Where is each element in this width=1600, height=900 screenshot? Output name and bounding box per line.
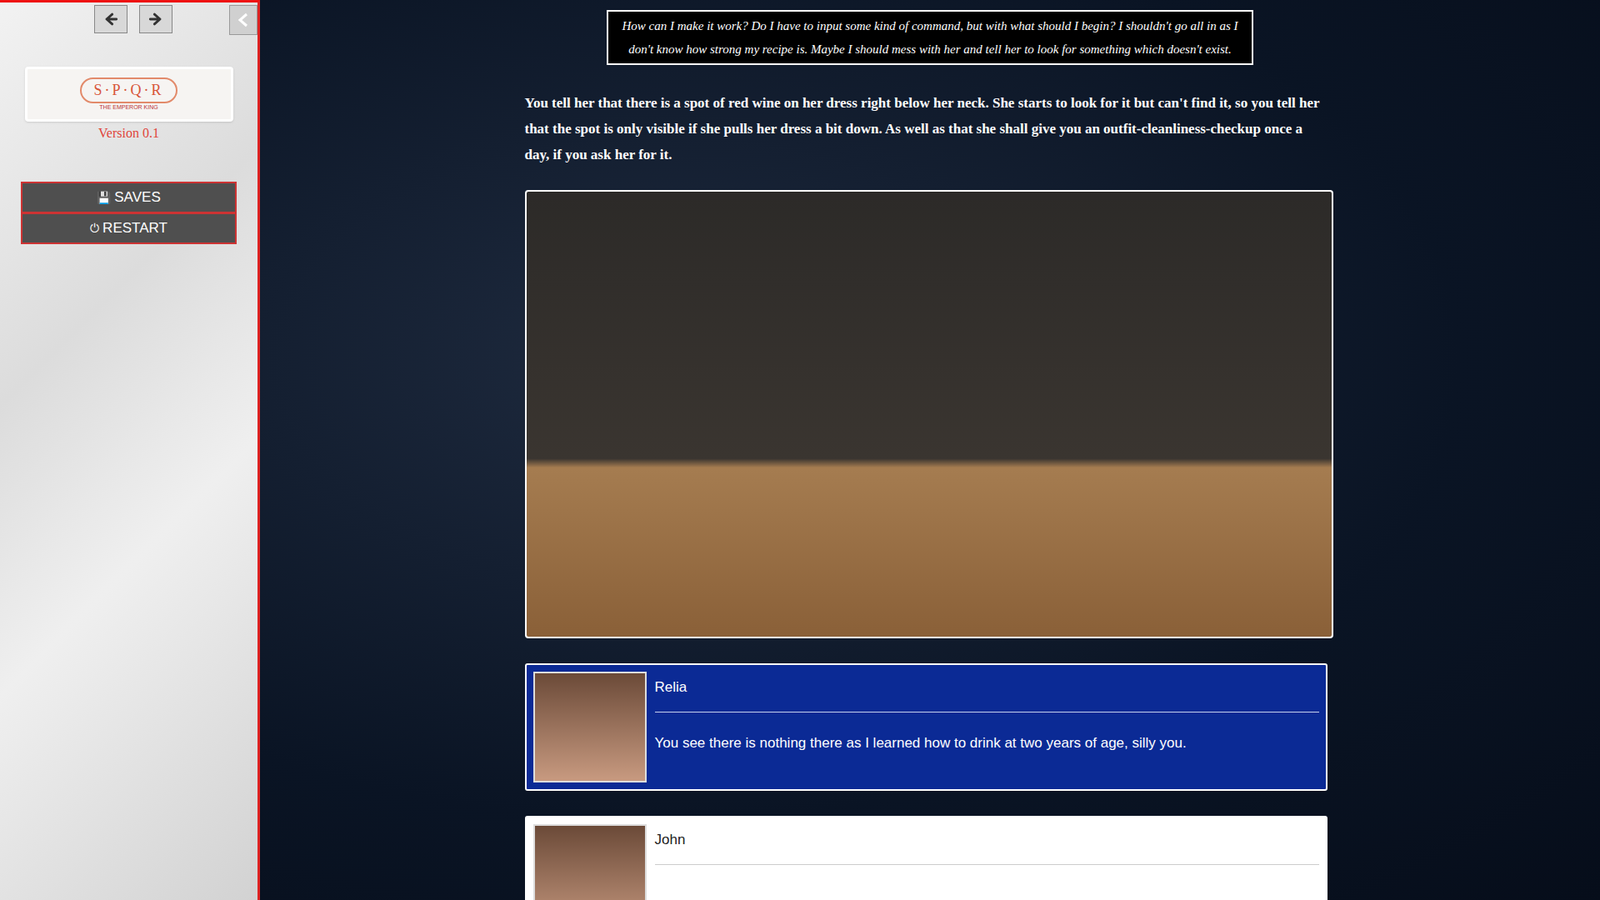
dialogue-body: John — [655, 824, 1320, 900]
history-nav — [0, 2, 258, 34]
thought-text: How can I make it work? Do I have to inp… — [611, 14, 1249, 61]
logo-subtitle: THE EMPEROR KING — [99, 103, 158, 111]
chevron-left-icon — [237, 12, 250, 28]
menu-icon: 💾 — [96, 189, 111, 207]
dialogue-card: ReliaYou see there is nothing there as I… — [525, 663, 1328, 791]
collapse-button[interactable] — [229, 5, 258, 35]
speaker-name: John — [655, 824, 1320, 865]
back-button[interactable] — [94, 5, 128, 34]
menu-button[interactable]: 💾SAVES — [20, 181, 237, 214]
portrait — [533, 671, 647, 783]
scene-image — [525, 190, 1334, 639]
dialogue-body: ReliaYou see there is nothing there as I… — [655, 671, 1320, 783]
logo: S·P·Q·RTHE EMPEROR KING — [25, 66, 234, 122]
passage: How can I make it work? Do I have to inp… — [525, 0, 1336, 900]
dialogue-card: John — [525, 815, 1328, 900]
portrait — [533, 824, 647, 900]
narration: You tell her that there is a spot of red… — [525, 90, 1336, 168]
thought-box: How can I make it work? Do I have to inp… — [606, 10, 1254, 65]
version-label: Version 0.1 — [98, 123, 160, 144]
logo-title: S·P·Q·R — [80, 77, 177, 104]
menu-button[interactable]: ⏻RESTART — [20, 212, 237, 245]
story-area: How can I make it work? Do I have to inp… — [260, 0, 1600, 900]
sidebar: S·P·Q·RTHE EMPEROR KINGVersion 0.1💾SAVES… — [0, 0, 260, 900]
arrow-right-icon — [147, 10, 165, 28]
arrow-left-icon — [102, 10, 120, 28]
dialogue-text: You see there is nothing there as I lear… — [655, 712, 1320, 755]
menu-icon: ⏻ — [90, 220, 100, 238]
menu: 💾SAVES⏻RESTART — [20, 181, 237, 245]
speaker-name: Relia — [655, 671, 1320, 713]
menu-label: SAVES — [114, 186, 160, 209]
menu-label: RESTART — [102, 217, 168, 240]
forward-button[interactable] — [139, 5, 173, 34]
